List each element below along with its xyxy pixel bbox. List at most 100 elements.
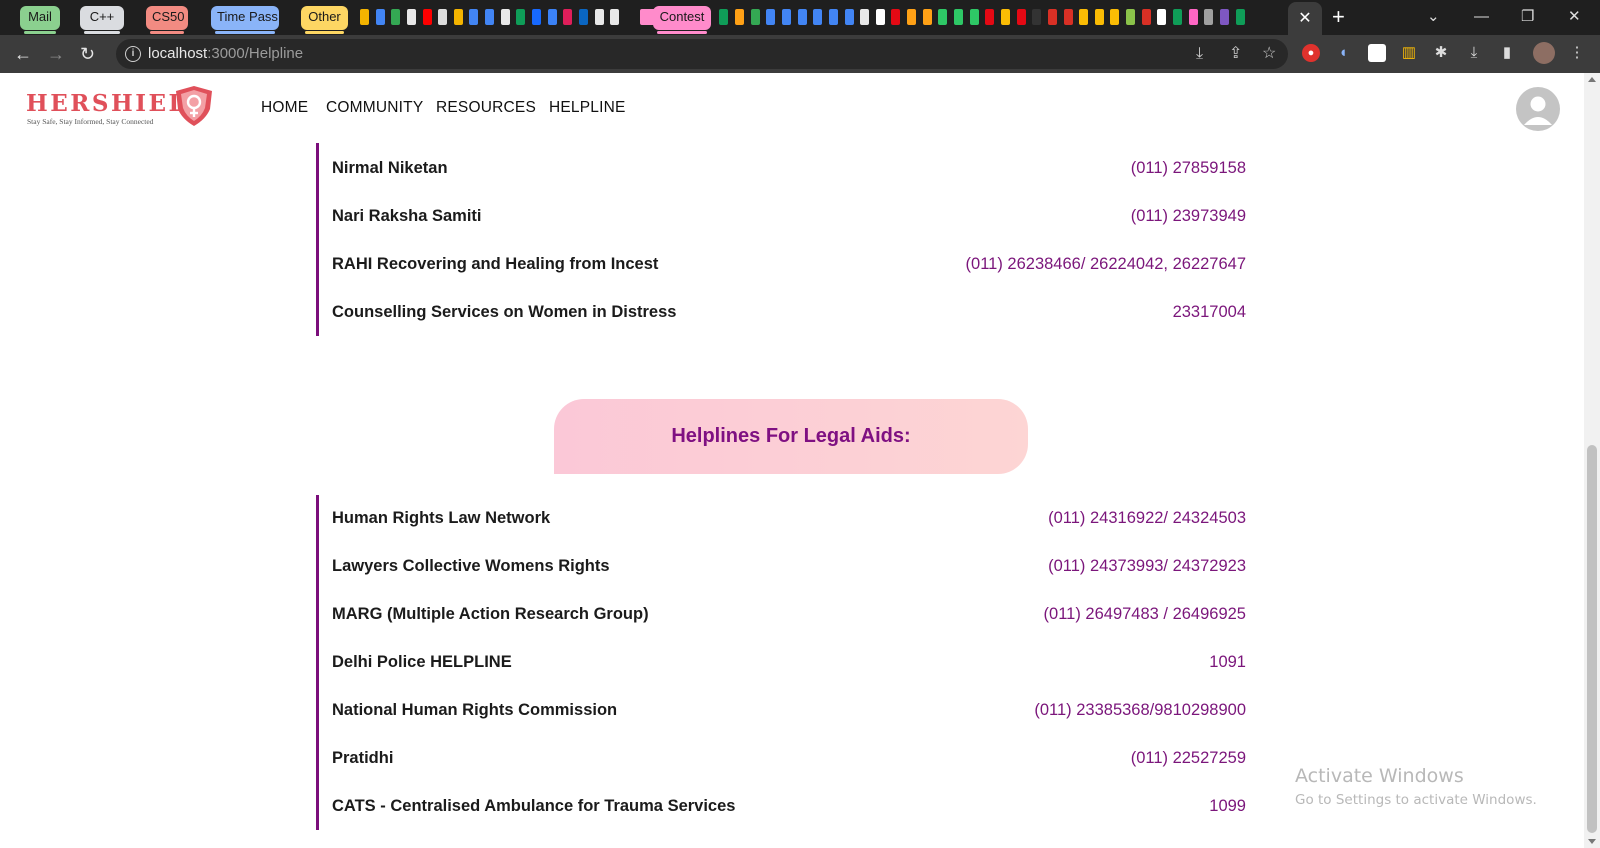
install-app-icon[interactable]: ⤓ (1196, 45, 1203, 63)
tab-favicon[interactable] (1235, 9, 1245, 25)
tab-favicon[interactable] (1173, 9, 1183, 25)
tab-group-cs50[interactable]: CS50 (146, 6, 188, 34)
puzzle-icon[interactable]: ✱ (1432, 44, 1450, 62)
tab-favicon[interactable] (516, 9, 526, 25)
tab-favicon[interactable] (406, 9, 416, 25)
tab-favicon[interactable] (594, 9, 604, 25)
helpline-phone[interactable]: (011) 22527259 (1131, 749, 1246, 768)
bookmark-star-icon[interactable]: ☆ (1262, 45, 1276, 63)
tab-group-cpp[interactable]: C++ (80, 6, 124, 34)
helpline-phone[interactable]: (011) 24373993/ 24372923 (1048, 557, 1246, 576)
extension-icon[interactable]: ● (1302, 44, 1320, 62)
tab-favicon[interactable] (391, 9, 401, 25)
tab-group-mail[interactable]: Mail (20, 6, 60, 34)
helpline-phone[interactable]: (011) 23973949 (1131, 207, 1246, 226)
back-arrow-icon[interactable]: ← (14, 42, 32, 66)
tab-group-contest[interactable]: Contest (653, 6, 711, 34)
kebab-menu-icon[interactable]: ⋮ (1568, 44, 1586, 62)
helpline-phone[interactable]: (011) 27859158 (1131, 159, 1246, 178)
forward-arrow-icon[interactable]: → (47, 42, 65, 66)
tab-favicon[interactable] (375, 9, 385, 25)
tab-favicon[interactable] (1016, 9, 1026, 25)
tab-favicon[interactable] (1032, 9, 1042, 25)
extension-icon[interactable] (1368, 44, 1386, 62)
minimize-button[interactable]: — (1474, 6, 1489, 28)
restore-button[interactable]: ❐ (1521, 6, 1534, 28)
tab-favicon[interactable] (453, 9, 463, 25)
helpline-phone[interactable]: 1091 (1209, 653, 1246, 672)
tab-favicon[interactable] (1110, 9, 1120, 25)
helpline-phone[interactable]: (011) 24316922/ 24324503 (1048, 509, 1246, 528)
side-panel-icon[interactable]: ▮ (1498, 44, 1516, 62)
address-bar[interactable]: i localhost:3000/Helpline ⤓ ⇪ ☆ (116, 39, 1288, 69)
tab-favicon[interactable] (875, 9, 885, 25)
tab-group-other[interactable]: Other (301, 6, 348, 34)
tab-favicon[interactable] (1219, 9, 1229, 25)
tab-favicon[interactable] (766, 9, 776, 25)
chart-extension-icon[interactable]: ▥ (1400, 44, 1418, 62)
tab-favicon[interactable] (1094, 9, 1104, 25)
tab-favicon[interactable] (719, 9, 729, 25)
tab-favicon[interactable] (922, 9, 932, 25)
tab-favicon[interactable] (532, 9, 542, 25)
tab-favicon[interactable] (1141, 9, 1151, 25)
tab-favicon[interactable] (844, 9, 854, 25)
helpline-phone[interactable]: 1099 (1209, 797, 1246, 816)
url-text[interactable]: localhost:3000/Helpline (148, 45, 303, 63)
tab-favicon[interactable] (969, 9, 979, 25)
download-icon[interactable]: ⤓ (1465, 44, 1483, 62)
tab-favicon[interactable] (1079, 9, 1089, 25)
page-scrollbar[interactable] (1584, 73, 1600, 848)
tab-favicon[interactable] (563, 9, 573, 25)
tab-favicon[interactable] (469, 9, 479, 25)
helpline-phone[interactable]: (011) 26238466/ 26224042, 26227647 (966, 255, 1246, 274)
tab-favicon[interactable] (610, 9, 620, 25)
close-window-button[interactable]: ✕ (1568, 6, 1581, 28)
nav-community[interactable]: COMMUNITY (326, 99, 423, 117)
tab-favicon[interactable] (907, 9, 917, 25)
tab-favicon[interactable] (860, 9, 870, 25)
close-tab-icon[interactable]: ✕ (1298, 10, 1311, 27)
tab-favicon[interactable] (485, 9, 495, 25)
tab-search-button[interactable]: ⌄ (1427, 6, 1440, 28)
tab-favicon[interactable] (438, 9, 448, 25)
tab-favicon[interactable] (1000, 9, 1010, 25)
tab-favicon[interactable] (1063, 9, 1073, 25)
tab-favicon[interactable] (422, 9, 432, 25)
tab-group-time-pass[interactable]: Time Pass (211, 6, 279, 34)
tab-favicon[interactable] (813, 9, 823, 25)
tab-favicon[interactable] (360, 9, 369, 25)
tab-favicon[interactable] (735, 9, 745, 25)
new-tab-button[interactable]: + (1332, 4, 1345, 30)
user-avatar-icon[interactable] (1516, 87, 1560, 131)
tab-favicon[interactable] (1047, 9, 1057, 25)
tab-favicon[interactable] (1157, 9, 1167, 25)
site-info-icon[interactable]: i (125, 46, 141, 62)
speaker-icon[interactable]: ◖ (1334, 44, 1352, 62)
tab-favicon[interactable] (797, 9, 807, 25)
scroll-down-arrow-icon[interactable] (1588, 839, 1596, 844)
share-icon[interactable]: ⇪ (1229, 45, 1242, 63)
reload-icon[interactable]: ↻ (80, 42, 95, 66)
tab-favicon[interactable] (547, 9, 557, 25)
helpline-phone[interactable]: 23317004 (1173, 303, 1246, 322)
profile-icon[interactable] (1533, 42, 1555, 64)
scrollbar-thumb[interactable] (1587, 445, 1597, 833)
tab-favicon[interactable] (500, 9, 510, 25)
tab-favicon[interactable] (782, 9, 791, 25)
helpline-phone[interactable]: (011) 26497483 / 26496925 (1044, 605, 1246, 624)
tab-favicon[interactable] (1126, 9, 1136, 25)
tab-favicon[interactable] (578, 9, 588, 25)
active-tab[interactable]: ✕ (1288, 2, 1322, 35)
nav-resources[interactable]: RESOURCES (436, 99, 536, 117)
tab-favicon[interactable] (828, 9, 838, 25)
nav-home[interactable]: HOME (261, 99, 308, 117)
tab-favicon[interactable] (954, 9, 964, 25)
tab-favicon[interactable] (891, 9, 901, 25)
helpline-phone[interactable]: (011) 23385368/9810298900 (1034, 701, 1246, 720)
tab-favicon[interactable] (1188, 9, 1198, 25)
tab-favicon[interactable] (750, 9, 760, 25)
nav-helpline[interactable]: HELPLINE (549, 99, 626, 117)
scroll-up-arrow-icon[interactable] (1588, 77, 1596, 82)
tab-favicon[interactable] (985, 9, 995, 25)
